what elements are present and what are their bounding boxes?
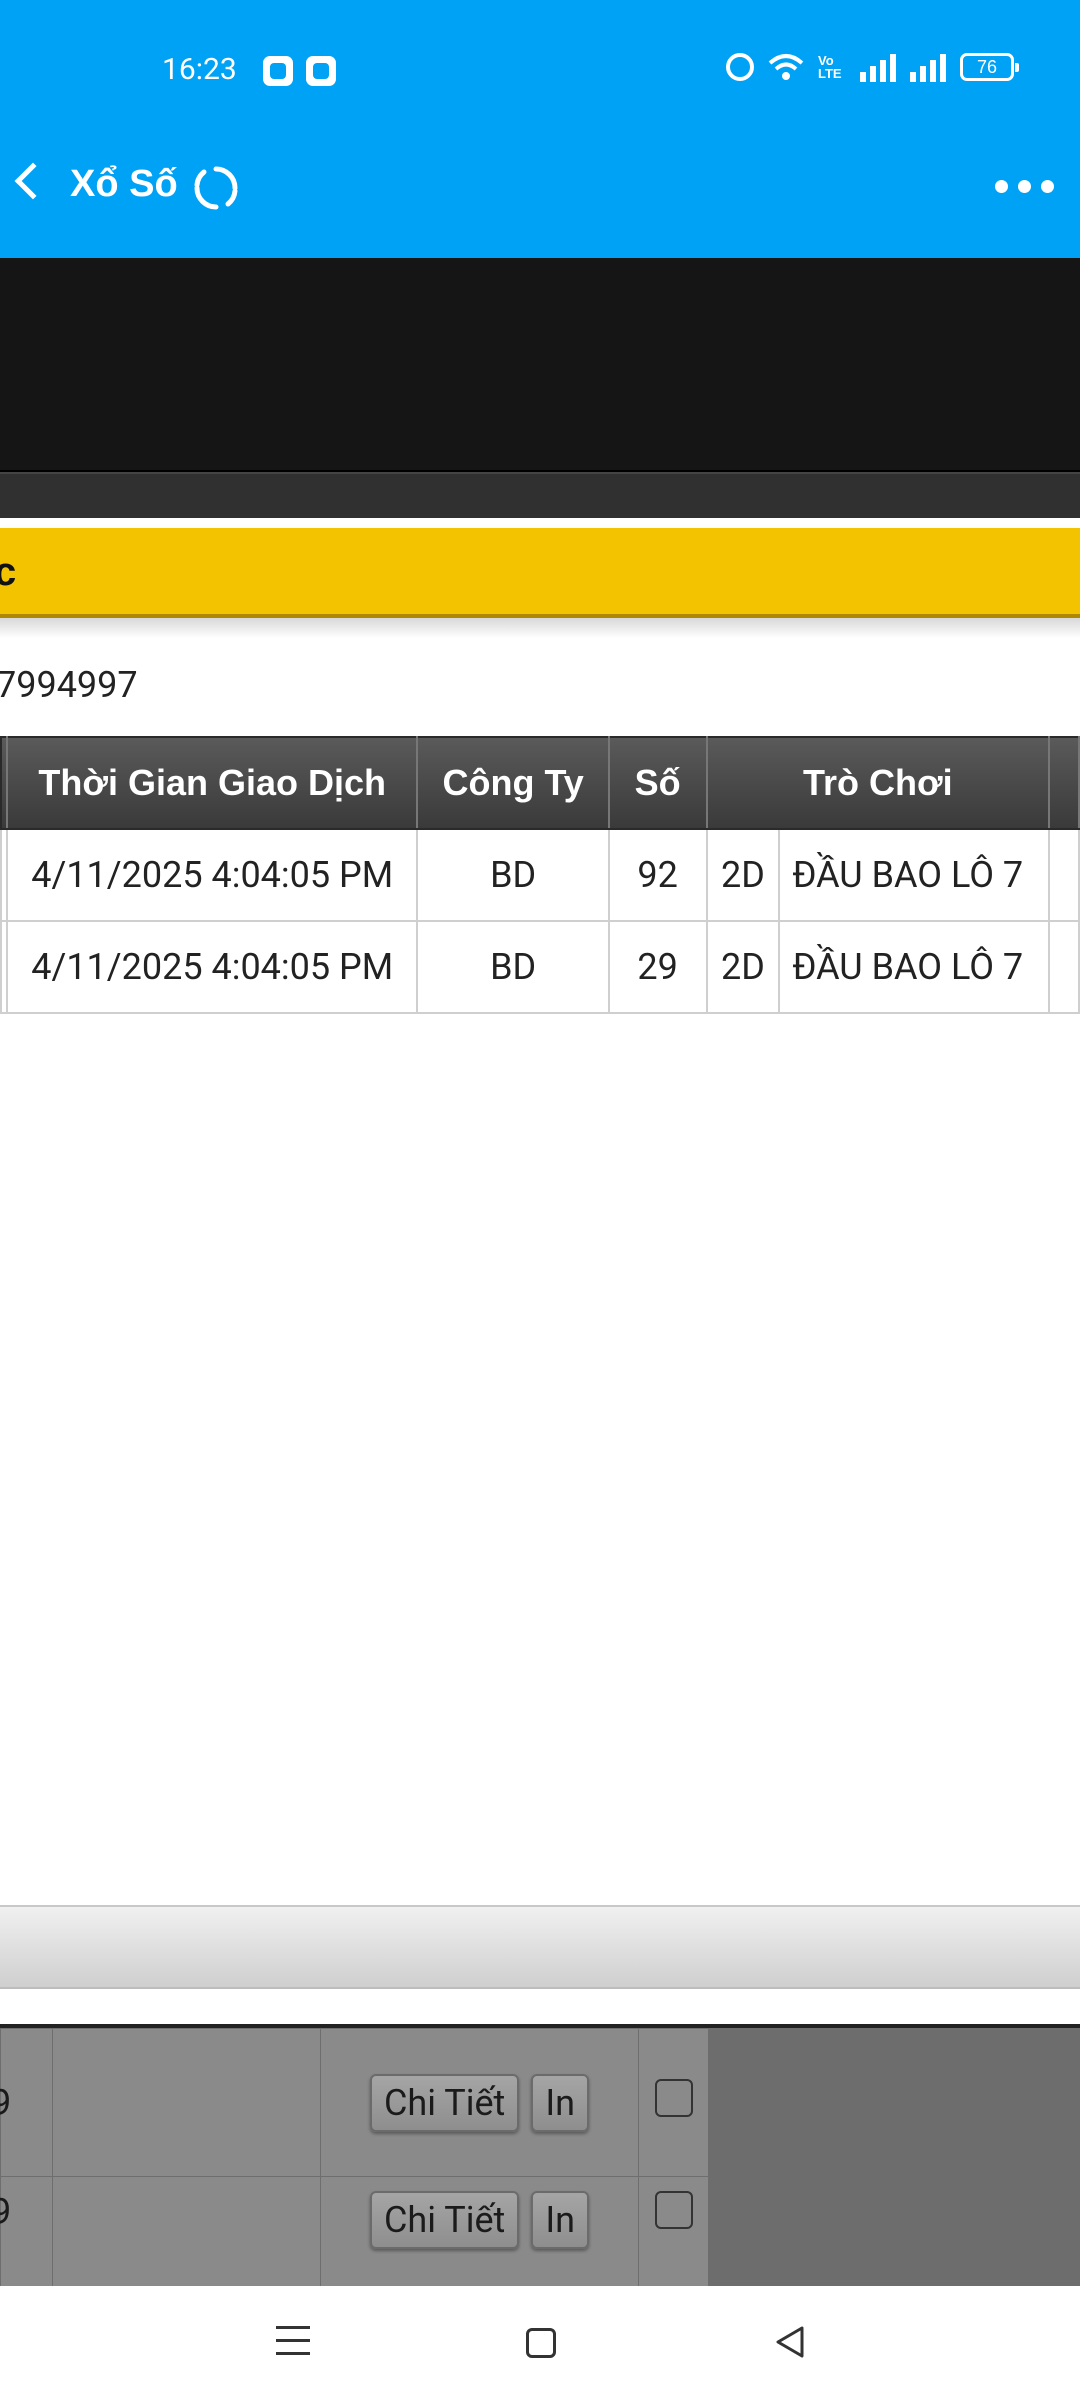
cell-game: ĐẦU BAO LÔ 7: [778, 920, 1051, 1014]
status-time: 16:23: [162, 52, 237, 87]
column-header-company: Công Ty: [416, 736, 610, 830]
battery-icon: 76: [960, 53, 1019, 81]
signal-icon: [910, 52, 946, 82]
detail-button[interactable]: Chi Tiết: [369, 2191, 520, 2249]
column-header-number: Số: [607, 736, 708, 830]
column-header-time: Thời Gian Giao Dịch: [5, 736, 419, 830]
select-checkbox[interactable]: [654, 2191, 693, 2229]
table-row: 4/11/2025 4:04:05 PM BD 92 2D ĐẦU BAO LÔ…: [0, 828, 1080, 922]
banner-area: [0, 258, 1080, 472]
volte-icon: Vo LTE: [818, 53, 842, 81]
print-button[interactable]: In: [531, 2073, 589, 2132]
transaction-table: Thời Gian Giao Dịch Công Ty Số Trò Chơi …: [0, 736, 1080, 1014]
more-icon[interactable]: [995, 180, 1054, 193]
app-notification-icon: [306, 56, 336, 86]
detail-button[interactable]: Chi Tiết: [369, 2073, 520, 2132]
signal-icon: [860, 52, 896, 82]
cell-time: 4/11/2025 4:04:05 PM: [5, 828, 419, 922]
wifi-icon: [768, 54, 804, 80]
refresh-icon[interactable]: [192, 164, 240, 212]
column-header-game: Trò Chơi: [705, 736, 1051, 830]
cell-game: ĐẦU BAO LÔ 7: [778, 828, 1051, 922]
cell-number: 29: [607, 920, 708, 1014]
app-notification-icon: [263, 56, 293, 86]
cell-value: 9: [0, 2081, 12, 2124]
menu-strip: [0, 472, 1080, 518]
cell-number: 92: [607, 828, 708, 922]
cell-company: BD: [416, 920, 610, 1014]
print-button[interactable]: In: [531, 2191, 589, 2249]
cell-value: 9: [0, 2191, 12, 2233]
account-id: 7994997: [0, 664, 138, 706]
cell-digits: 2D: [705, 828, 781, 922]
app-header: 16:23 Vo LTE 76 Xổ Số: [0, 0, 1080, 258]
home-icon[interactable]: [526, 2328, 556, 2358]
page-title: Xổ Số: [70, 163, 178, 205]
table-row: 9 Chi Tiết In: [0, 2176, 709, 2286]
cell-time: 4/11/2025 4:04:05 PM: [5, 920, 419, 1014]
ticket-table: 9 Chi Tiết In 9 Chi Tiết In: [0, 2028, 709, 2286]
nav-back-icon[interactable]: [772, 2324, 808, 2360]
select-checkbox[interactable]: [654, 2079, 693, 2117]
recent-apps-icon[interactable]: [276, 2326, 310, 2365]
section-title-bar: c: [0, 528, 1080, 618]
cell-company: BD: [416, 828, 610, 922]
system-nav-bar: [0, 2286, 1080, 2400]
table-row: 9 Chi Tiết In: [0, 2028, 709, 2177]
background-ticket-list: 9 Chi Tiết In 9 Chi Tiết In: [0, 2028, 1080, 2286]
alarm-icon: [726, 53, 754, 81]
modal-footer-bar: [0, 1905, 1080, 1989]
status-icons: Vo LTE 76: [726, 52, 1019, 82]
section-title-text: c: [0, 550, 17, 594]
table-row: 4/11/2025 4:04:05 PM BD 29 2D ĐẦU BAO LÔ…: [0, 920, 1080, 1014]
table-header-row: Thời Gian Giao Dịch Công Ty Số Trò Chơi: [0, 736, 1080, 830]
back-icon[interactable]: [14, 162, 52, 200]
cell-digits: 2D: [705, 920, 781, 1014]
